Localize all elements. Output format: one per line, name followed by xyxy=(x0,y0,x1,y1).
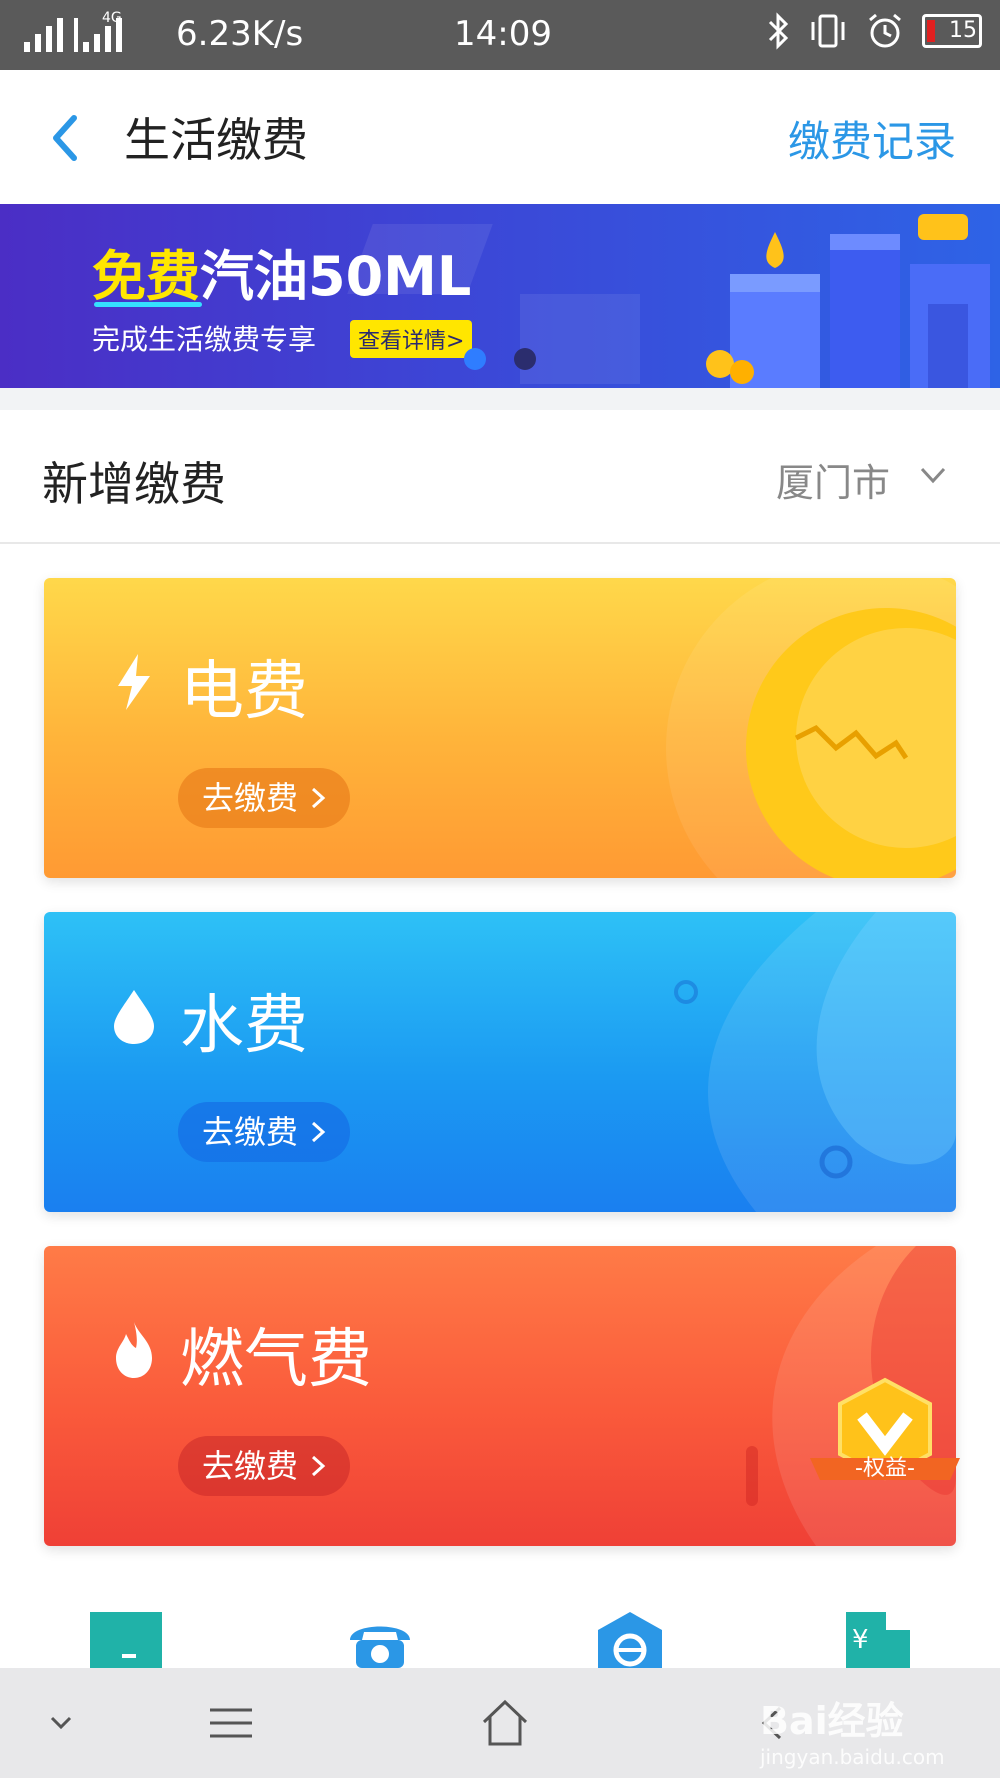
chevron-right-icon xyxy=(312,1121,326,1143)
flame-icon xyxy=(116,1322,152,1378)
property-fee-icon[interactable]: ¥ xyxy=(842,1610,922,1668)
rights-badge[interactable]: -权益- xyxy=(800,1376,970,1506)
banner-subtitle: 完成生活缴费专享 xyxy=(92,323,317,356)
pay-button[interactable]: 去缴费 xyxy=(178,1102,351,1162)
card-name: 水费 xyxy=(180,989,308,1063)
pay-button[interactable]: 去缴费 xyxy=(178,1436,351,1496)
chevron-down-icon[interactable] xyxy=(918,460,948,490)
page-title: 生活缴费 xyxy=(124,113,308,167)
chevron-right-icon xyxy=(312,787,326,809)
banner-headline: 免费汽油50ML xyxy=(92,245,472,308)
watermark-url: jingyan.baidu.com xyxy=(760,1745,945,1769)
carousel-dot-active[interactable] xyxy=(464,348,486,370)
city-selector[interactable]: 厦门市 xyxy=(776,452,890,507)
banner-decor xyxy=(520,294,640,384)
clock: 14:09 xyxy=(454,14,552,54)
promo-banner[interactable]: 免费汽油50ML 完成生活缴费专享 查看详情> xyxy=(0,204,1000,388)
badge-label: -权益- xyxy=(855,1456,915,1481)
card-name: 电费 xyxy=(180,655,308,729)
network-speed: 6.23K/s xyxy=(176,14,304,54)
vibrate-icon xyxy=(811,14,845,48)
electric-fee-card[interactable]: 电费 去缴费 xyxy=(44,578,956,878)
lightning-icon xyxy=(118,654,150,710)
badge-shape xyxy=(810,1377,960,1481)
water-drop-icon xyxy=(114,990,154,1044)
network-type: 4G xyxy=(102,10,122,26)
bluetooth-icon xyxy=(768,12,789,50)
broadband-icon[interactable] xyxy=(590,1610,670,1668)
svg-text:¥: ¥ xyxy=(852,1625,869,1655)
water-card-decor xyxy=(674,912,956,1212)
new-payment-header: 新增缴费 厦门市 xyxy=(0,410,1000,544)
baidu-jingyan-watermark: Bai经验 jingyan.baidu.com xyxy=(760,1690,945,1769)
phone-icon[interactable] xyxy=(340,1610,420,1668)
city-buildings-illustration xyxy=(706,214,990,388)
alarm-icon xyxy=(869,13,901,48)
card-name: 燃气费 xyxy=(180,1323,372,1397)
tv-icon[interactable] xyxy=(88,1610,168,1668)
home-icon[interactable] xyxy=(480,1698,530,1748)
status-bar: 4G 6.23K/s 14:09 15 xyxy=(0,0,1000,70)
pay-button[interactable]: 去缴费 xyxy=(178,768,351,828)
chevron-right-icon xyxy=(312,1455,326,1477)
battery-icon: 15 xyxy=(922,14,982,48)
water-fee-card[interactable]: 水费 去缴费 xyxy=(44,912,956,1212)
app-header: 生活缴费 缴费记录 xyxy=(0,70,1000,204)
watermark-brand: Bai经验 xyxy=(760,1699,904,1743)
menu-icon[interactable] xyxy=(206,1698,256,1748)
back-arrow-icon[interactable] xyxy=(44,108,84,168)
chevron-down-icon[interactable] xyxy=(46,1698,76,1748)
carousel-dot[interactable] xyxy=(514,348,536,370)
banner-underline xyxy=(94,302,202,307)
battery-level: 15 xyxy=(949,18,977,43)
section-title: 新增缴费 xyxy=(42,457,226,511)
payment-records-link[interactable]: 缴费记录 xyxy=(788,108,956,169)
electric-card-decor xyxy=(666,578,956,878)
banner-detail-button[interactable]: 查看详情> xyxy=(350,320,473,358)
